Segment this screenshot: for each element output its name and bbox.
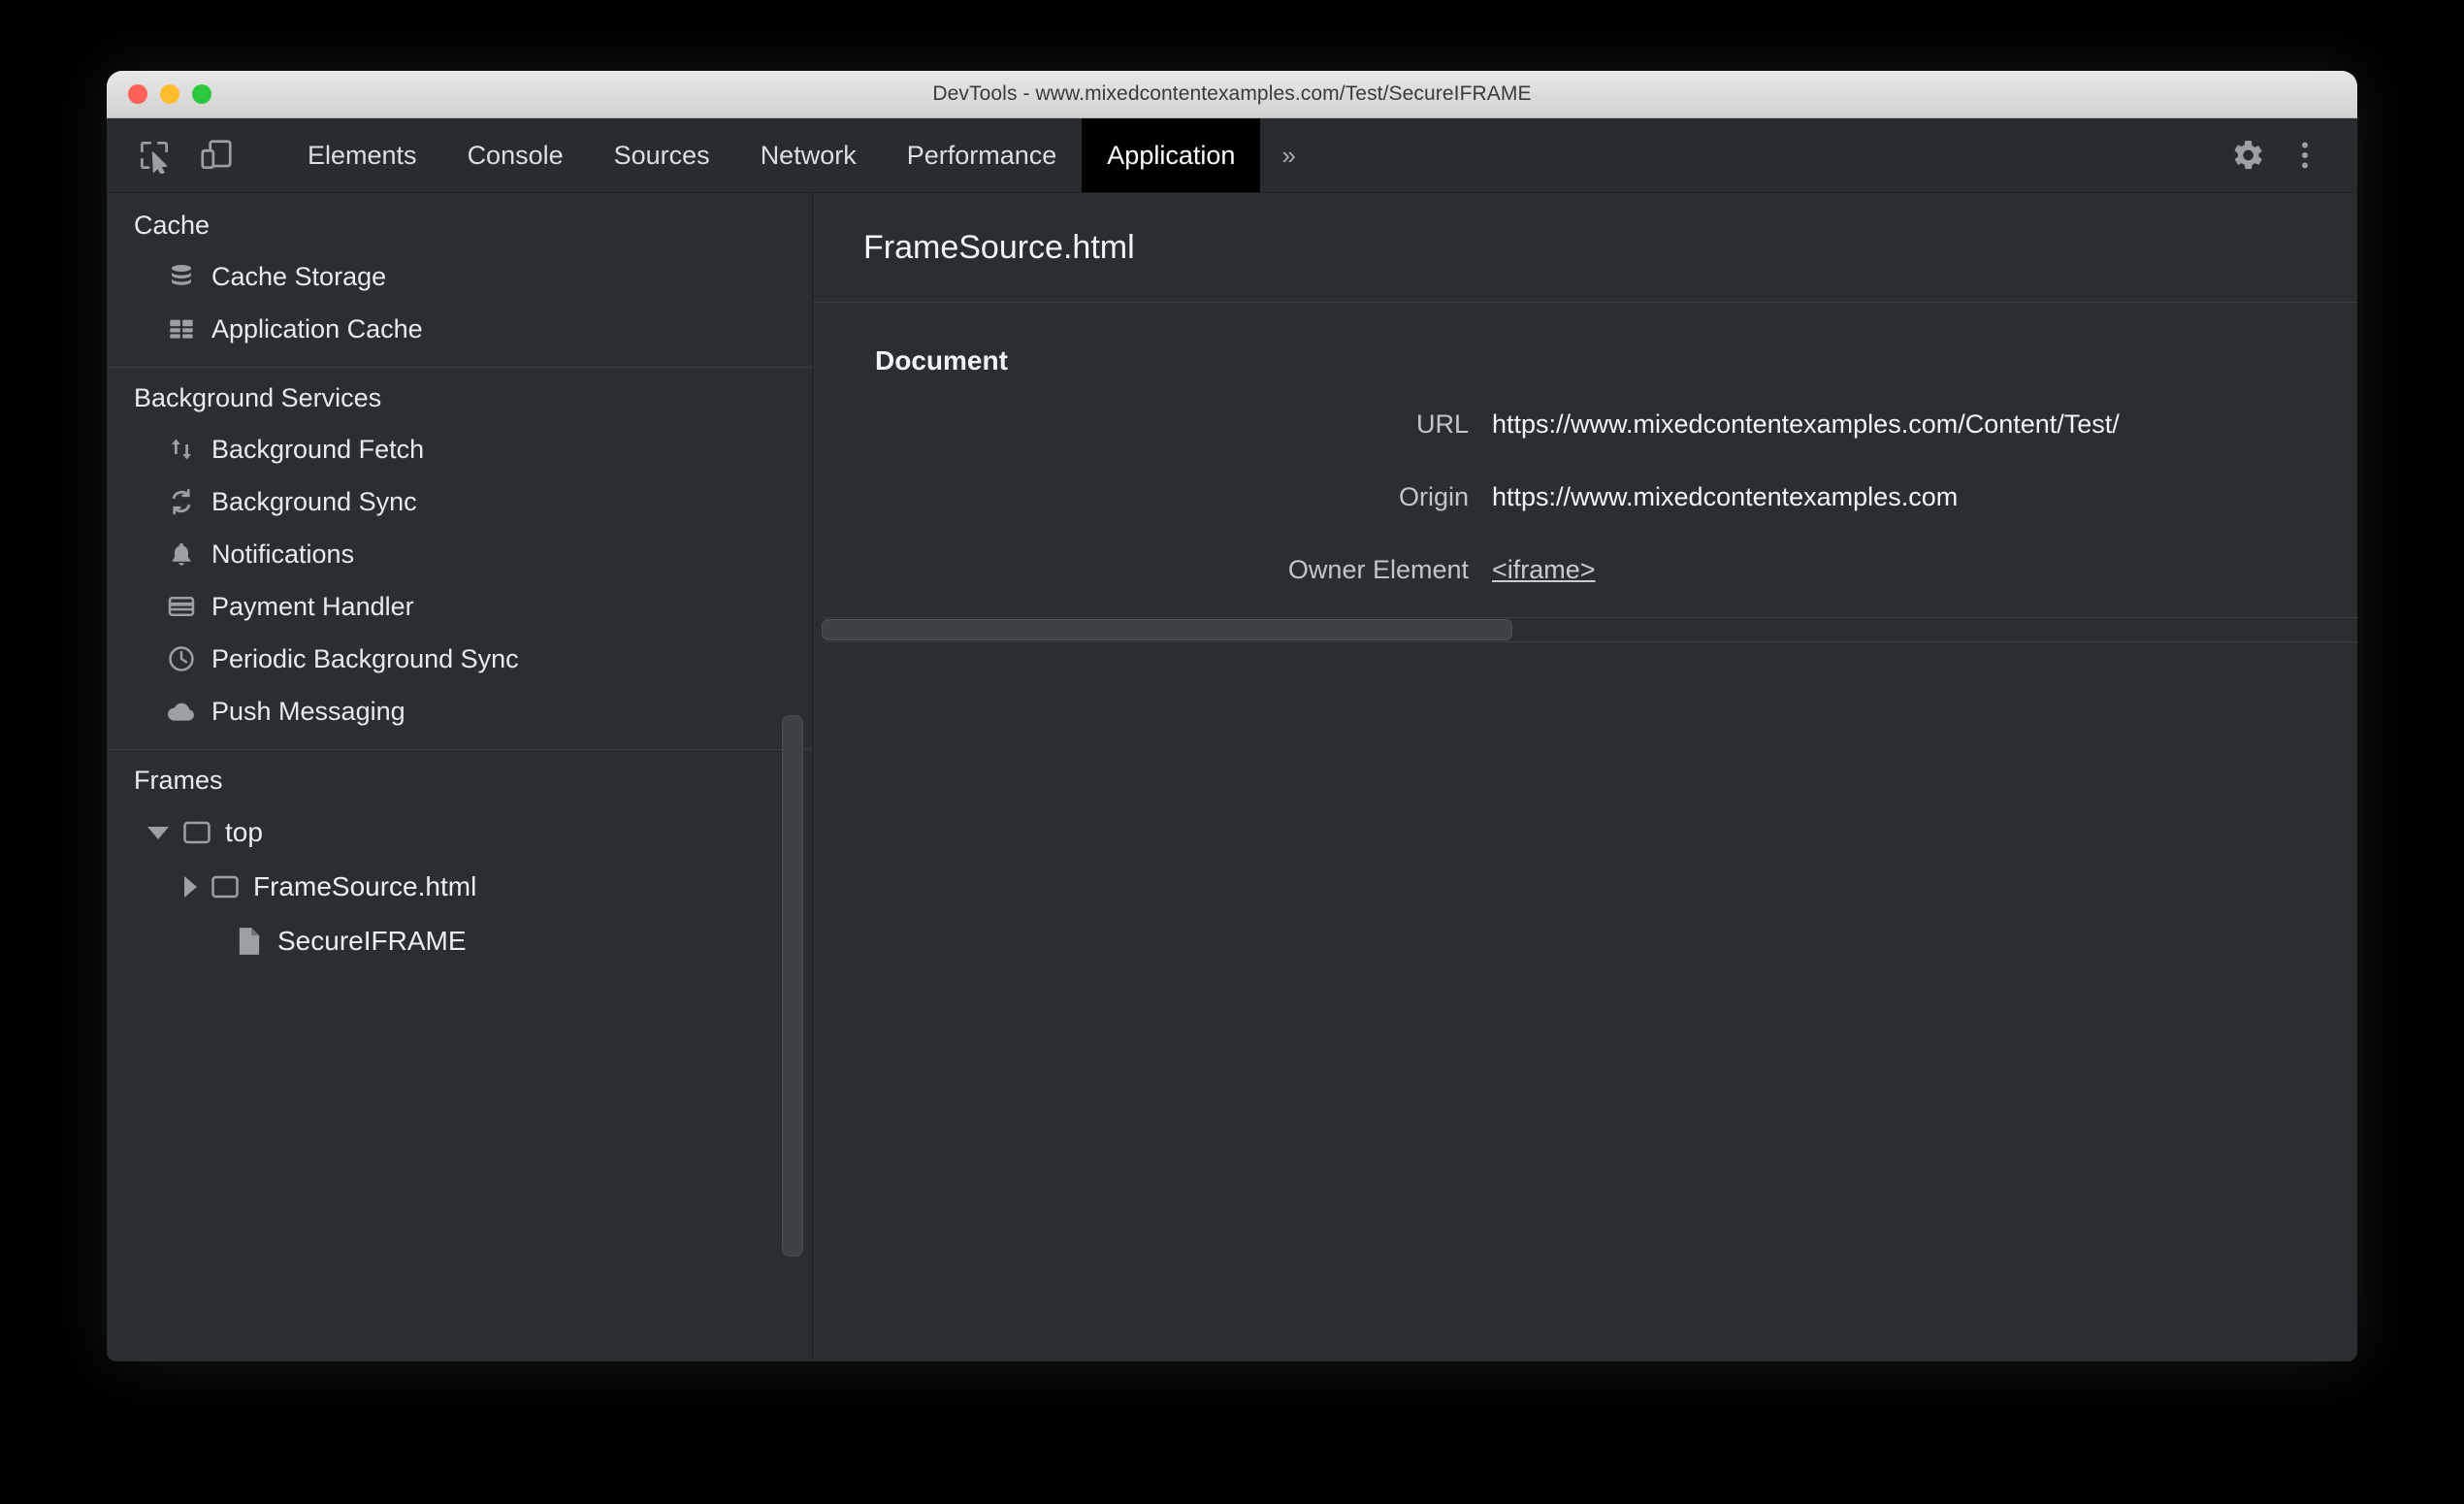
sidebar-item-background-sync[interactable]: Background Sync — [107, 475, 812, 528]
frames-tree-item-top[interactable]: top — [107, 805, 812, 860]
sidebar-scrollbar[interactable] — [782, 193, 803, 1361]
frames-tree-item-framesource[interactable]: FrameSource.html — [107, 860, 812, 914]
chevron-right-icon[interactable] — [184, 876, 197, 898]
maximize-button[interactable] — [192, 84, 211, 104]
field-row-owner-element: Owner Element <iframe> — [813, 555, 2357, 585]
frame-details-scrollbar-thumb[interactable] — [822, 619, 1512, 640]
sidebar-item-cache-storage[interactable]: Cache Storage — [107, 250, 812, 303]
device-toolbar-icon[interactable] — [190, 129, 243, 181]
more-vertical-icon[interactable] — [2278, 128, 2332, 182]
sidebar-divider-2 — [107, 749, 812, 750]
page-title: FrameSource.html — [863, 228, 1135, 266]
sidebar-item-label: Notifications — [211, 539, 355, 569]
tab-application[interactable]: Application — [1082, 118, 1261, 192]
window-title: DevTools - www.mixedcontentexamples.com/… — [932, 82, 1532, 105]
window-titlebar: DevTools - www.mixedcontentexamples.com/… — [107, 71, 2357, 118]
tab-elements[interactable]: Elements — [282, 118, 442, 192]
sync-icon — [165, 485, 198, 518]
credit-card-icon — [165, 590, 198, 623]
grid-icon — [165, 312, 198, 345]
tab-performance[interactable]: Performance — [882, 118, 1083, 192]
sidebar-item-application-cache[interactable]: Application Cache — [107, 303, 812, 355]
frame-icon — [180, 816, 213, 849]
devtools-toolbar: Elements Console Sources Network Perform… — [107, 118, 2357, 193]
window-controls — [128, 84, 211, 104]
gear-icon[interactable] — [2220, 128, 2274, 182]
frames-tree-item-label: top — [225, 817, 263, 847]
clock-icon — [165, 642, 198, 675]
field-label-origin: Origin — [1398, 482, 1469, 511]
panel-tabs: Elements Console Sources Network Perform… — [282, 118, 2199, 192]
database-icon — [165, 260, 198, 293]
sidebar-scrollbar-thumb[interactable] — [782, 715, 803, 1257]
frame-details-panel: FrameSource.html Document URL https://ww… — [813, 193, 2357, 1361]
tab-console[interactable]: Console — [442, 118, 589, 192]
frame-icon — [209, 870, 242, 903]
sidebar-section-background-services: Background Services — [134, 383, 382, 412]
inspect-element-icon[interactable] — [128, 129, 180, 181]
field-row-origin: Origin https://www.mixedcontentexamples.… — [813, 482, 2357, 512]
frame-details-scrollbar[interactable] — [822, 617, 2357, 642]
field-value-url: https://www.mixedcontentexamples.com/Con… — [1492, 409, 2120, 439]
devtools-body: Cache Cache Storage Application Cache Ba… — [107, 193, 2357, 1361]
sidebar-item-label: Push Messaging — [211, 696, 405, 726]
application-sidebar: Cache Cache Storage Application Cache Ba… — [107, 193, 813, 1361]
frame-details-header: FrameSource.html — [813, 193, 2357, 303]
chevron-down-icon[interactable] — [147, 826, 169, 839]
document-icon — [233, 925, 266, 958]
sidebar-item-label: Payment Handler — [211, 591, 414, 621]
frames-tree-item-label: FrameSource.html — [253, 871, 477, 901]
minimize-button[interactable] — [160, 84, 179, 104]
sidebar-item-notifications[interactable]: Notifications — [107, 528, 812, 580]
field-value-origin: https://www.mixedcontentexamples.com — [1492, 482, 1959, 511]
tab-network[interactable]: Network — [735, 118, 882, 192]
sidebar-item-label: Application Cache — [211, 313, 423, 343]
frames-tree-item-label: SecureIFRAME — [277, 926, 467, 956]
sidebar-section-cache: Cache — [134, 211, 211, 240]
sidebar-item-push-messaging[interactable]: Push Messaging — [107, 685, 812, 737]
document-section: Document URL https://www.mixedcontentexa… — [813, 303, 2357, 585]
field-row-url: URL https://www.mixedcontentexamples.com… — [813, 409, 2357, 440]
frames-tree-item-secureiframe[interactable]: SecureIFRAME — [107, 914, 812, 968]
sidebar-divider-1 — [107, 367, 812, 368]
devtools-window: DevTools - www.mixedcontentexamples.com/… — [107, 71, 2357, 1361]
field-label-url: URL — [1415, 409, 1469, 439]
document-section-heading: Document — [875, 345, 1008, 376]
cloud-icon — [165, 695, 198, 728]
owner-element-link[interactable]: <iframe> — [1492, 555, 1596, 585]
bell-icon — [165, 538, 198, 571]
toolbar-right-icons — [2199, 118, 2357, 192]
sidebar-item-label: Periodic Background Sync — [211, 643, 519, 673]
sidebar-item-label: Background Sync — [211, 486, 417, 516]
toolbar-left-icons — [107, 118, 282, 192]
tab-sources[interactable]: Sources — [589, 118, 735, 192]
sidebar-item-label: Cache Storage — [211, 261, 387, 291]
more-tabs-button[interactable]: » — [1260, 118, 1316, 192]
close-button[interactable] — [128, 84, 147, 104]
sidebar-item-periodic-background-sync[interactable]: Periodic Background Sync — [107, 633, 812, 685]
sidebar-item-background-fetch[interactable]: Background Fetch — [107, 423, 812, 475]
sidebar-item-payment-handler[interactable]: Payment Handler — [107, 580, 812, 633]
sidebar-item-label: Background Fetch — [211, 434, 425, 464]
arrows-up-down-icon — [165, 433, 198, 466]
screenshot-root: DevTools - www.mixedcontentexamples.com/… — [0, 0, 2464, 1504]
sidebar-section-frames: Frames — [134, 766, 223, 795]
sidebar-content: Cache Cache Storage Application Cache Ba… — [107, 193, 812, 968]
field-label-owner-element: Owner Element — [1287, 555, 1469, 584]
